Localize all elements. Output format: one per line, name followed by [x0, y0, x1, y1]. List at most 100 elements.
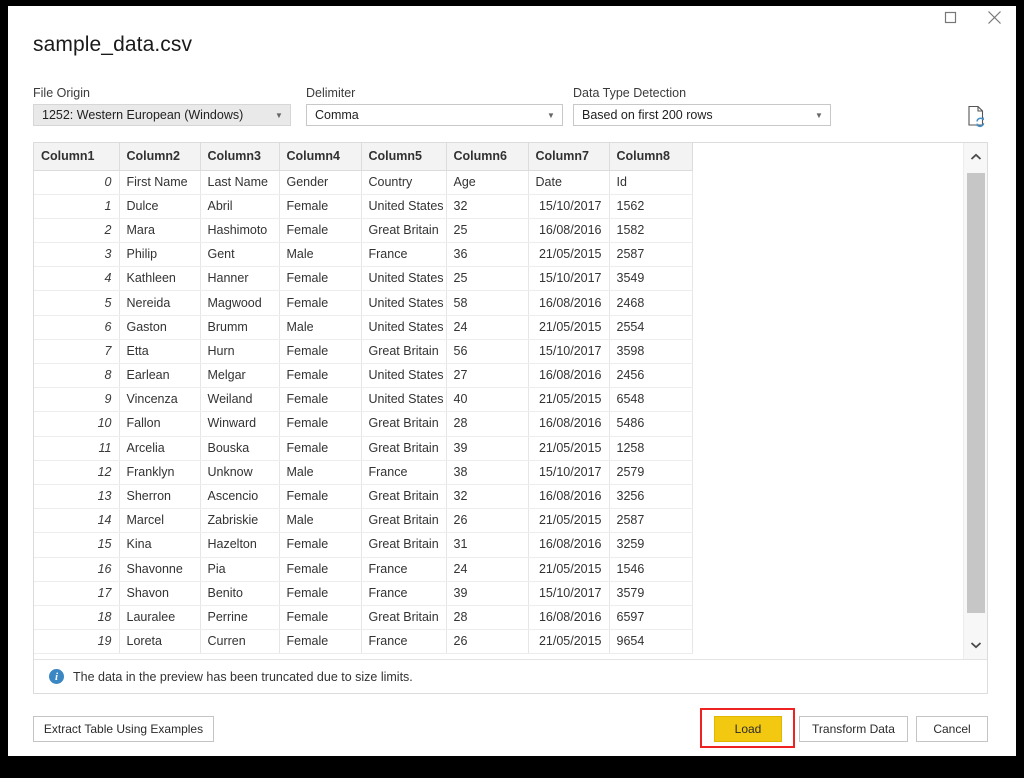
column-header[interactable]: Column6 [446, 143, 529, 171]
cell: France [361, 557, 447, 582]
cell: Male [279, 508, 362, 534]
cell: 21/05/2015 [528, 436, 610, 461]
cell: United States [361, 363, 447, 389]
table-row[interactable]: 6 Gaston Brumm Male United States 24 21/05/201… [34, 315, 693, 340]
delimiter-group: Delimiter Comma ▼ [306, 86, 563, 126]
table-row[interactable]: 8 Earlean Melgar Female United States 27 16/08… [34, 363, 693, 389]
cell: 32 [446, 194, 529, 219]
cell: Arcelia [119, 436, 201, 461]
table-row[interactable]: 11 Arcelia Bouska Female Great Britain 39 21/0… [34, 436, 693, 461]
preview-grid-scroll-area[interactable]: Column1 Column2 Column3 Column4 Column5 … [34, 143, 964, 659]
delimiter-label: Delimiter [306, 86, 356, 100]
cell: Unknow [200, 460, 280, 485]
table-row[interactable]: 9 Vincenza Weiland Female United States 40 21/… [34, 387, 693, 413]
cell: 26 [446, 508, 529, 534]
chevron-down-icon: ▼ [275, 110, 283, 120]
cell: Id [609, 170, 693, 195]
cell: 2579 [609, 460, 693, 485]
transform-data-button[interactable]: Transform Data [799, 716, 908, 742]
screen-background: sample_data.csv File Origin 1252: Wester… [0, 0, 1024, 778]
table-row[interactable]: 15 Kina Hazelton Female Great Britain 31 16/08… [34, 532, 693, 558]
table-row[interactable]: 18 Lauralee Perrine Female Great Britain 28 16… [34, 605, 693, 631]
cell: Gaston [119, 315, 201, 340]
table-row[interactable]: 5 Nereida Magwood Female United States 58 16/0… [34, 290, 693, 316]
document-refresh-button[interactable] [966, 105, 988, 129]
cell: Great Britain [361, 411, 447, 437]
table-row[interactable]: 4 Kathleen Hanner Female United States 25 15/1… [34, 266, 693, 292]
column-header[interactable]: Column3 [200, 143, 280, 171]
preview-table: Column1 Column2 Column3 Column4 Column5 … [34, 143, 693, 655]
cell: 15/10/2017 [528, 266, 610, 292]
close-button[interactable] [972, 6, 1016, 28]
chevron-up-icon [970, 153, 982, 160]
table-row[interactable]: 2 Mara Hashimoto Female Great Britain 25 16/08… [34, 218, 693, 244]
cell: Country [361, 170, 447, 195]
cell: Bouska [200, 436, 280, 461]
file-origin-label: File Origin [33, 86, 90, 100]
column-header[interactable]: Column1 [34, 143, 120, 171]
cell: Female [279, 387, 362, 413]
scroll-thumb[interactable] [967, 173, 985, 613]
cancel-button[interactable]: Cancel [916, 716, 988, 742]
table-row[interactable]: 7 Etta Hurn Female Great Britain 56 15/10/2017… [34, 339, 693, 365]
scroll-up-button[interactable] [964, 143, 987, 171]
cell: Female [279, 557, 362, 582]
extract-table-using-examples-button[interactable]: Extract Table Using Examples [33, 716, 214, 742]
column-header[interactable]: Column2 [119, 143, 201, 171]
load-button[interactable]: Load [714, 716, 782, 742]
dialog-footer: Extract Table Using Examples Load Transf… [8, 708, 1016, 748]
data-type-detection-select[interactable]: Based on first 200 rows ▼ [573, 104, 831, 126]
column-header[interactable]: Column7 [528, 143, 610, 171]
row-index: 4 [34, 266, 120, 292]
cell: Female [279, 484, 362, 510]
delimiter-select[interactable]: Comma ▼ [306, 104, 563, 126]
page-title: sample_data.csv [33, 33, 193, 56]
cell: Female [279, 581, 362, 606]
scroll-track[interactable] [964, 171, 987, 631]
cell: 16/08/2016 [528, 532, 610, 558]
cell: Hurn [200, 339, 280, 365]
cell: Loreta [119, 629, 201, 655]
document-refresh-icon [968, 105, 985, 128]
table-row[interactable]: 13 Sherron Ascencio Female Great Britain 32 16… [34, 484, 693, 510]
column-header[interactable]: Column8 [609, 143, 693, 171]
maximize-button[interactable] [928, 6, 972, 28]
table-row[interactable]: 17 Shavon Benito Female France 39 15/10/2017 35… [34, 581, 693, 606]
row-index: 14 [34, 508, 120, 534]
table-row[interactable]: 10 Fallon Winward Female Great Britain 28 16/0… [34, 411, 693, 437]
cell: 2554 [609, 315, 693, 340]
column-header[interactable]: Column4 [279, 143, 362, 171]
cell: Hashimoto [200, 218, 280, 244]
file-origin-select[interactable]: 1252: Western European (Windows) ▼ [33, 104, 291, 126]
cell: Female [279, 605, 362, 631]
table-row[interactable]: 3 Philip Gent Male France 36 21/05/2015 2587 [34, 242, 693, 268]
table-row[interactable]: 1 Dulce Abril Female United States 32 15/10/20… [34, 194, 693, 219]
cell: 2468 [609, 290, 693, 316]
cell: United States [361, 290, 447, 316]
table-row[interactable]: 12 Franklyn Unknow Male France 38 15/10/2017 25… [34, 460, 693, 485]
cell: Age [446, 170, 529, 195]
cell: 31 [446, 532, 529, 558]
cell: Shavon [119, 581, 201, 606]
cell: Great Britain [361, 218, 447, 244]
table-row[interactable]: 19 Loreta Curren Female France 26 21/05/2015 96… [34, 629, 693, 655]
row-index: 10 [34, 411, 120, 437]
preview-vertical-scrollbar[interactable] [963, 143, 987, 659]
cell: Perrine [200, 605, 280, 631]
scroll-down-button[interactable] [964, 631, 987, 659]
cell: 1258 [609, 436, 693, 461]
cell: Male [279, 315, 362, 340]
cell: Sherron [119, 484, 201, 510]
cell: 3259 [609, 532, 693, 558]
cell: Gender [279, 170, 362, 195]
table-row[interactable]: 14 Marcel Zabriskie Male Great Britain 26 21/0… [34, 508, 693, 534]
row-index: 18 [34, 605, 120, 631]
info-icon: i [49, 669, 64, 684]
cell: Mara [119, 218, 201, 244]
row-index: 9 [34, 387, 120, 413]
cell: 40 [446, 387, 529, 413]
table-row[interactable]: 0 First Name Last Name Gender Country Age Date… [34, 170, 693, 195]
column-header[interactable]: Column5 [361, 143, 447, 171]
cell: 15/10/2017 [528, 339, 610, 365]
table-row[interactable]: 16 Shavonne Pia Female France 24 21/05/2015 154… [34, 557, 693, 582]
